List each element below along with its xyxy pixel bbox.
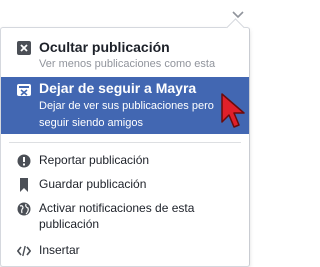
- hide-post-item[interactable]: Ocultar publicación Ver menos publicacio…: [1, 28, 251, 76]
- menu-divider: [9, 142, 241, 143]
- post-options-menu: Ocultar publicación Ver menos publicacio…: [0, 18, 251, 267]
- report-icon: [17, 154, 31, 168]
- globe-icon: [17, 202, 31, 216]
- save-post-label: Guardar publicación: [39, 177, 147, 191]
- embed-item[interactable]: Insertar: [1, 239, 251, 263]
- unfollow-icon: [17, 83, 31, 97]
- embed-icon: [17, 244, 31, 258]
- hide-post-subtitle: Ver menos publicaciones como esta: [39, 58, 216, 70]
- unfollow-desc-line1: Dejar de ver sus publicaciones pero: [39, 100, 214, 112]
- notifications-item[interactable]: Activar notificaciones de esta publicaci…: [1, 198, 251, 238]
- unfollow-item[interactable]: Dejar de seguir a Mayra Dejar de ver sus…: [1, 77, 249, 134]
- notifications-label-line2: publicación: [39, 217, 100, 231]
- hide-post-title: Ocultar publicación: [39, 39, 170, 55]
- bookmark-icon: [17, 178, 31, 192]
- save-post-item[interactable]: Guardar publicación: [1, 173, 251, 197]
- unfollow-desc-line2: seguir siendo amigos: [39, 117, 143, 129]
- report-post-label: Reportar publicación: [39, 153, 150, 167]
- embed-label: Insertar: [39, 243, 80, 257]
- hide-icon: [17, 41, 31, 55]
- report-post-item[interactable]: Reportar publicación: [1, 149, 251, 173]
- unfollow-title: Dejar de seguir a Mayra: [39, 80, 197, 96]
- mouse-cursor-icon: [220, 92, 246, 130]
- notifications-label-line1: Activar notificaciones de esta: [39, 201, 195, 215]
